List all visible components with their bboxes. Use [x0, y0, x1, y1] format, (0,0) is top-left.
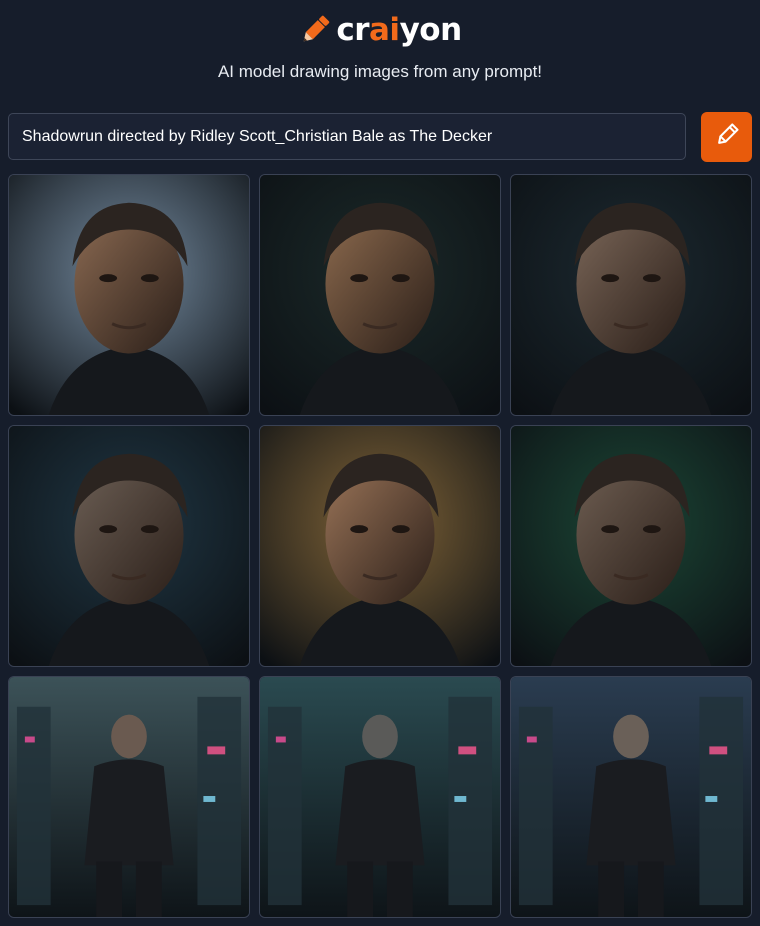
generated-image [511, 677, 751, 917]
result-image[interactable] [8, 425, 250, 667]
result-image[interactable] [510, 174, 752, 416]
result-image[interactable] [8, 676, 250, 918]
result-image[interactable] [259, 174, 501, 416]
result-image-grid [8, 174, 752, 918]
tagline: AI model drawing images from any prompt! [217, 62, 543, 81]
pencil-icon [298, 13, 332, 47]
result-image[interactable] [259, 676, 501, 918]
generated-image [9, 426, 249, 666]
result-image[interactable] [510, 676, 752, 918]
generated-image [511, 426, 751, 666]
brand-name-prefix: cr [336, 11, 370, 48]
generated-image [260, 175, 500, 415]
brand-name-accent: ai [369, 11, 400, 48]
generated-image [260, 426, 500, 666]
generated-image [260, 677, 500, 917]
result-image[interactable] [259, 425, 501, 667]
pencil-icon [714, 122, 740, 153]
result-image[interactable] [510, 425, 752, 667]
result-image[interactable] [8, 174, 250, 416]
craiyon-logo[interactable]: craiyon [0, 8, 760, 52]
brand-name-suffix: yon [399, 11, 463, 48]
generated-image [9, 175, 249, 415]
prompt-input[interactable]: Shadowrun directed by Ridley Scott_Chris… [8, 113, 686, 160]
brand-name: craiyon [336, 11, 463, 48]
generated-image [9, 677, 249, 917]
generated-image [511, 175, 751, 415]
draw-button[interactable] [701, 112, 752, 162]
